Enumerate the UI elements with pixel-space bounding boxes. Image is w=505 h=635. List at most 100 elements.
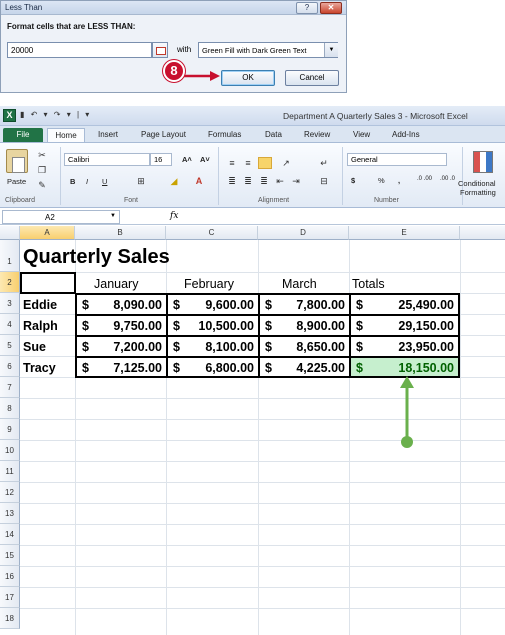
conditional-formatting-icon[interactable] — [473, 151, 493, 173]
tab-formulas[interactable]: Formulas — [208, 128, 241, 142]
group-label-font: Font — [124, 197, 139, 204]
gridline — [20, 440, 505, 441]
paste-icon[interactable] — [6, 149, 28, 173]
tab-review[interactable]: Review — [304, 128, 330, 142]
header-january[interactable]: January — [94, 277, 138, 291]
gridline — [20, 566, 505, 567]
gridline — [20, 545, 505, 546]
dialog-title-bar: Less Than ? ✕ — [1, 1, 346, 15]
ribbon-divider — [218, 147, 219, 205]
ribbon-divider — [60, 147, 61, 205]
decrease-indent-icon[interactable]: ⇤ — [274, 175, 286, 187]
font-name-select[interactable]: Calibri — [64, 153, 150, 166]
cut-icon[interactable]: ✂ — [36, 149, 48, 161]
row-name[interactable]: Ralph — [23, 319, 58, 333]
align-top-icon[interactable]: ≡ — [226, 157, 238, 169]
gridline — [20, 503, 505, 504]
excel-logo-icon[interactable]: X — [3, 109, 16, 122]
help-button[interactable]: ? — [296, 2, 318, 14]
threshold-input[interactable]: 20000 — [7, 42, 152, 58]
group-label-number: Number — [374, 197, 399, 204]
conditional-formatting-label[interactable]: Conditional — [458, 179, 496, 188]
gridline — [20, 587, 505, 588]
ribbon-divider — [342, 147, 343, 205]
with-label: with — [177, 45, 192, 54]
increase-indent-icon[interactable]: ⇥ — [290, 175, 302, 187]
window-title: Department A Quarterly Sales 3 - Microso… — [283, 111, 468, 121]
callout-arrow-icon — [180, 71, 220, 81]
group-label-alignment: Alignment — [258, 197, 290, 204]
sheet-title[interactable]: Quarterly Sales — [23, 246, 170, 269]
align-middle-icon[interactable]: ≡ — [242, 157, 254, 169]
dialog-title: Less Than — [5, 3, 43, 12]
number-format-select[interactable]: General — [347, 153, 447, 166]
gridline — [20, 482, 505, 483]
fill-color-icon[interactable]: ◢ — [168, 175, 180, 187]
tab-add-ins[interactable]: Add-Ins — [392, 128, 420, 142]
gridline — [20, 608, 505, 609]
bold-button[interactable]: B — [70, 177, 75, 186]
paste-label[interactable]: Paste — [7, 177, 26, 186]
font-size-select[interactable]: 16 — [150, 153, 172, 166]
insert-function-icon[interactable]: fx — [170, 211, 178, 221]
align-left-icon[interactable]: ≣ — [226, 175, 238, 187]
pointer-arrow-icon — [400, 376, 414, 448]
cancel-button[interactable]: Cancel — [285, 70, 339, 86]
comma-button[interactable]: , — [398, 176, 400, 185]
increase-decimal-button[interactable]: .0 .00 — [417, 176, 432, 182]
header-totals[interactable]: Totals — [352, 277, 385, 291]
tab-home[interactable]: Home — [47, 128, 85, 142]
grow-font-button[interactable]: A˄ — [182, 155, 192, 164]
gridline — [20, 272, 505, 273]
decrease-decimal-button[interactable]: .00 .0 — [440, 176, 455, 182]
header-march[interactable]: March — [282, 277, 317, 291]
collapse-dialog-icon[interactable] — [152, 42, 168, 58]
gridline — [20, 524, 505, 525]
italic-button[interactable]: I — [86, 177, 88, 186]
tab-view[interactable]: View — [353, 128, 370, 142]
format-painter-icon[interactable]: ✎ — [36, 179, 48, 191]
row-name[interactable]: Sue — [23, 340, 46, 354]
tab-insert[interactable]: Insert — [98, 128, 118, 142]
orientation-icon[interactable]: ↗ — [280, 157, 292, 169]
align-bottom-icon[interactable] — [258, 157, 272, 169]
gridline — [20, 419, 505, 420]
conditional-formatting-label-2[interactable]: Formatting — [460, 188, 496, 197]
formula-bar: A2 ▼ fx — [0, 209, 505, 225]
wrap-text-icon[interactable]: ↵ — [318, 157, 330, 169]
quick-access-toolbar[interactable]: ▮ ↶ ▾ ↷ ▾ | ▾ — [20, 110, 91, 119]
dialog-prompt: Format cells that are LESS THAN: — [7, 22, 136, 31]
align-right-icon[interactable]: ≣ — [258, 175, 270, 187]
header-february[interactable]: February — [184, 277, 234, 291]
tab-page-layout[interactable]: Page Layout — [141, 128, 186, 142]
selected-cell-a2[interactable] — [20, 272, 76, 294]
merge-center-icon[interactable]: ⊟ — [318, 175, 330, 187]
underline-button[interactable]: U — [102, 177, 107, 186]
format-select[interactable]: Green Fill with Dark Green Text — [198, 42, 338, 58]
row-name[interactable]: Tracy — [23, 361, 56, 375]
step-badge: 8 — [163, 60, 185, 82]
borders-icon[interactable]: ⊞ — [135, 175, 147, 187]
cell-border — [75, 335, 460, 337]
row-name[interactable]: Eddie — [23, 298, 57, 312]
gridline — [20, 461, 505, 462]
ribbon-home: Paste ✂ ❐ ✎ Clipboard Calibri 16 A˄ A˅ B… — [0, 142, 505, 208]
close-button[interactable]: ✕ — [320, 2, 342, 14]
align-center-icon[interactable]: ≣ — [242, 175, 254, 187]
percent-button[interactable]: % — [378, 176, 385, 185]
ok-button[interactable]: OK — [221, 70, 275, 86]
tab-data[interactable]: Data — [265, 128, 282, 142]
chevron-down-icon[interactable]: ▼ — [110, 213, 116, 219]
name-box[interactable]: A2 — [2, 210, 120, 224]
ribbon-tabs: File Home Insert Page Layout Formulas Da… — [0, 126, 505, 142]
group-label-clipboard: Clipboard — [5, 197, 35, 204]
currency-button[interactable]: $ — [351, 176, 355, 185]
copy-icon[interactable]: ❐ — [36, 164, 48, 176]
shrink-font-button[interactable]: A˅ — [200, 155, 210, 164]
tab-file[interactable]: File — [3, 128, 43, 142]
chevron-down-icon[interactable]: ▼ — [324, 43, 338, 57]
gridline — [20, 398, 505, 399]
window-title-bar: X ▮ ↶ ▾ ↷ ▾ | ▾ Department A Quarterly S… — [0, 106, 505, 126]
font-color-icon[interactable]: A — [193, 175, 205, 187]
cell-border — [75, 314, 460, 316]
